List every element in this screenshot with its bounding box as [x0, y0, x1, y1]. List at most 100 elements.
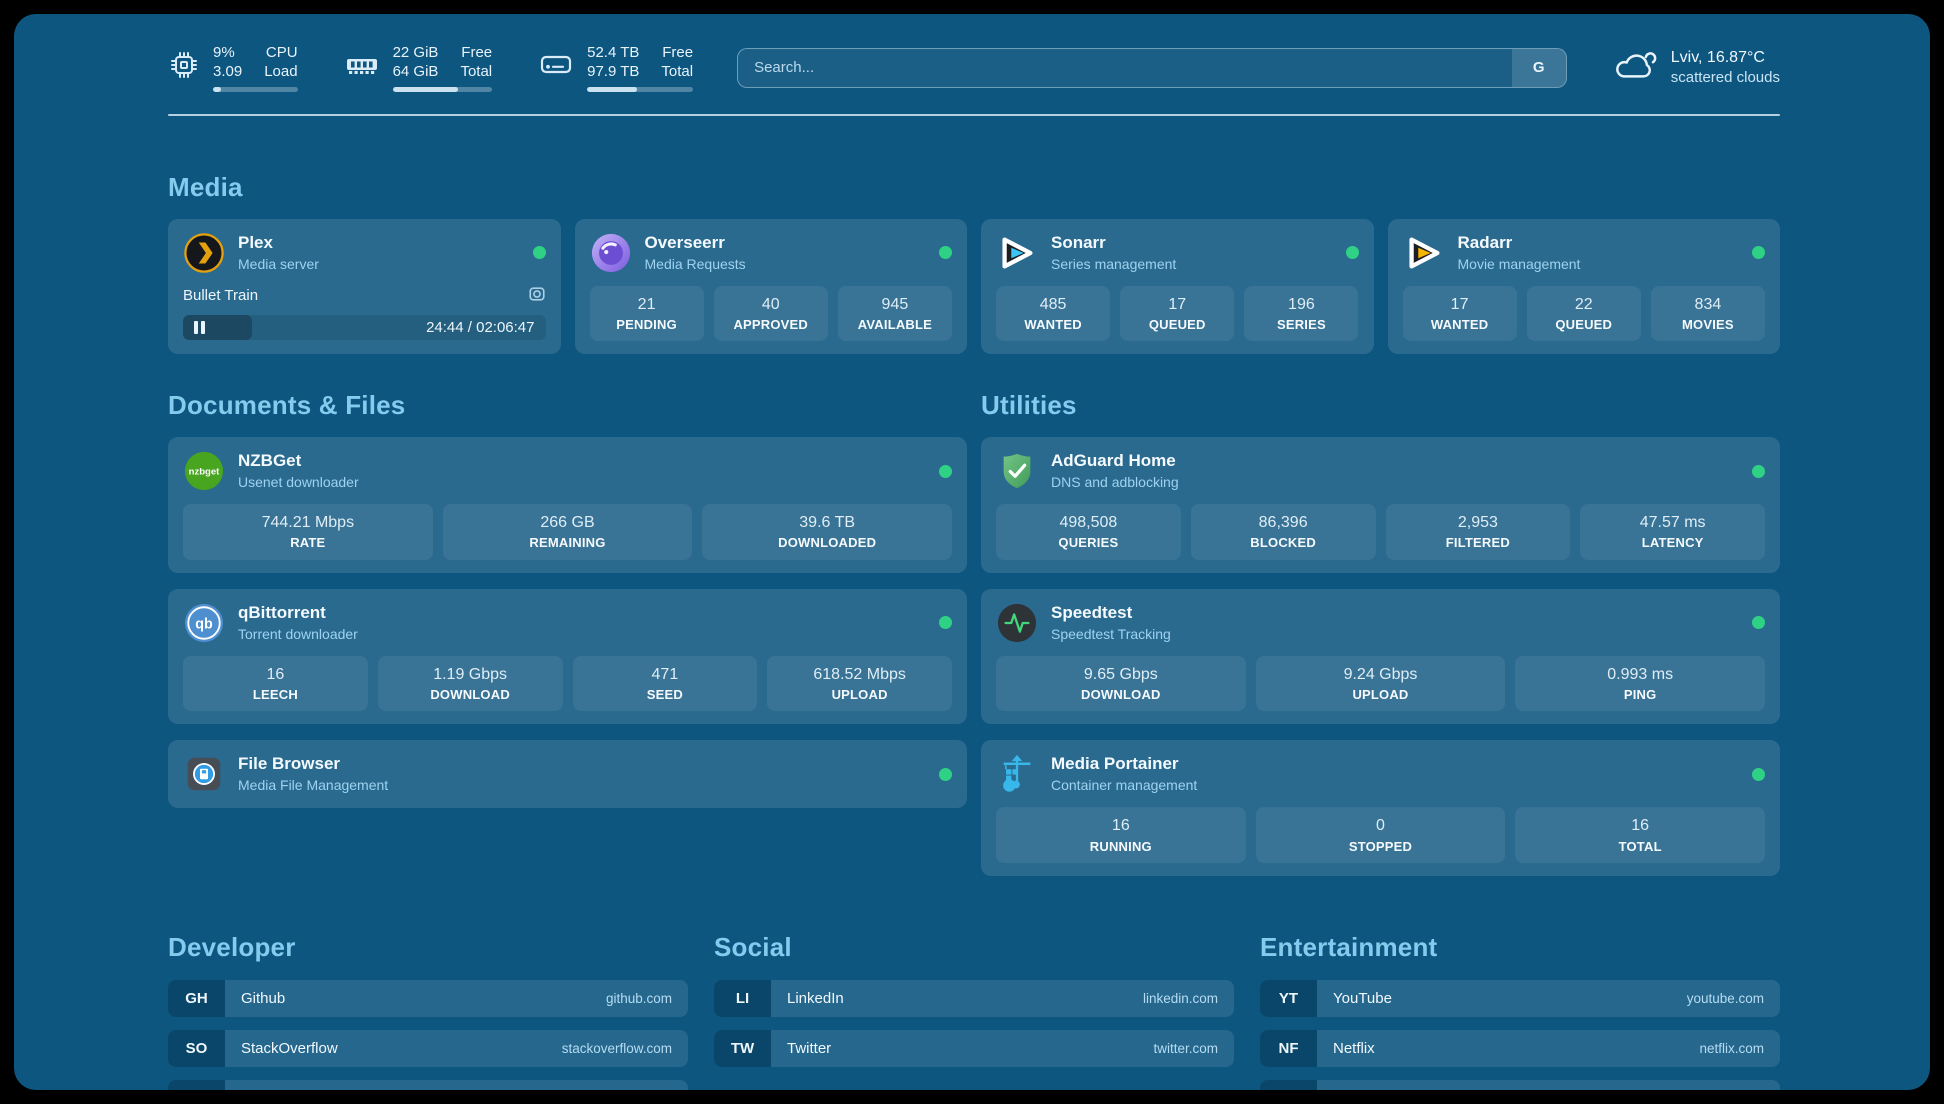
stat-box: 744.21 Mbps RATE [183, 504, 433, 560]
bookmark-youtube[interactable]: YT YouTube youtube.com [1260, 980, 1780, 1017]
service-subtitle: Container management [1051, 776, 1197, 795]
nzbget-icon: nzbget [183, 450, 225, 492]
memory-total-label: Total [460, 63, 492, 82]
bookmark-netflix[interactable]: NF Netflix netflix.com [1260, 1030, 1780, 1067]
service-card-qbittorrent[interactable]: qb qBittorrent Torrent downloader 16 LEE… [168, 589, 967, 725]
cpu-stat-widget: 9% 3.09 CPU Load [168, 44, 298, 92]
memory-stat-widget: 22 GiB 64 GiB Free Total [344, 44, 493, 92]
bookmark-dev[interactable]: DT DEV dev.to [168, 1080, 688, 1090]
service-card-filebrowser[interactable]: File Browser Media File Management [168, 740, 967, 808]
service-card-nzbget[interactable]: nzbget NZBGet Usenet downloader 744.21 M… [168, 437, 967, 573]
pause-icon [194, 321, 198, 334]
bookmark-name: Twitter [787, 1040, 831, 1057]
overseerr-icon [590, 232, 632, 274]
service-card-speedtest[interactable]: Speedtest Speedtest Tracking 9.65 Gbps D… [981, 589, 1780, 725]
status-badge [939, 465, 952, 478]
section-title-media: Media [168, 172, 1780, 203]
service-card-plex[interactable]: Plex Media server Bullet Train [168, 219, 561, 355]
service-subtitle: Movie management [1458, 255, 1581, 274]
service-card-radarr[interactable]: Radarr Movie management 17 WANTED 22 QUE… [1388, 219, 1781, 355]
memory-progress-bar [393, 87, 493, 92]
bookmark-abbr: DT [168, 1080, 225, 1090]
now-playing-widget: Bullet Train 24:44 / [183, 285, 546, 340]
stat-box: 40 APPROVED [714, 286, 828, 342]
playback-time: 24:44 / 02:06:47 [426, 315, 534, 340]
service-subtitle: Media File Management [238, 776, 388, 795]
stat-box: 16 RUNNING [996, 807, 1246, 863]
stat-box: 498,508 QUERIES [996, 504, 1181, 560]
service-name: Speedtest [1051, 602, 1171, 625]
bookmark-name: YouTube [1333, 990, 1392, 1007]
section-title-entertainment: Entertainment [1260, 932, 1780, 963]
bookmark-twitter[interactable]: TW Twitter twitter.com [714, 1030, 1234, 1067]
stat-box: 471 SEED [573, 656, 758, 712]
stat-box: 266 GB REMAINING [443, 504, 693, 560]
service-name: qBittorrent [238, 602, 358, 625]
status-badge [1752, 465, 1765, 478]
service-card-portainer[interactable]: Media Portainer Container management 16 … [981, 740, 1780, 876]
bookmark-reddit[interactable]: RE Reddit reddit.com [1260, 1080, 1780, 1090]
search-input[interactable] [738, 49, 1512, 87]
disk-free-value: 52.4 TB [587, 44, 639, 63]
service-name: NZBGet [238, 450, 359, 473]
bookmarks-entertainment: Entertainment YT YouTube youtube.com NF … [1260, 932, 1780, 1090]
memory-icon [344, 52, 380, 83]
dashboard: 9% 3.09 CPU Load [14, 14, 1930, 1090]
stat-box: 945 AVAILABLE [838, 286, 952, 342]
service-card-adguard[interactable]: AdGuard Home DNS and adblocking 498,508 … [981, 437, 1780, 573]
bookmark-github[interactable]: GH Github github.com [168, 980, 688, 1017]
qbittorrent-icon: qb [183, 602, 225, 644]
stat-box: 17 WANTED [1403, 286, 1517, 342]
stat-box: 16 LEECH [183, 656, 368, 712]
search-provider-button[interactable]: G [1512, 49, 1566, 87]
service-name: Radarr [1458, 232, 1581, 255]
plex-icon [183, 232, 225, 274]
now-playing-icon [528, 285, 546, 307]
bookmark-abbr: RE [1260, 1080, 1317, 1090]
service-card-overseerr[interactable]: Overseerr Media Requests 21 PENDING 40 A… [575, 219, 968, 355]
bookmark-abbr: TW [714, 1030, 771, 1067]
bookmark-domain: youtube.com [1687, 991, 1764, 1006]
service-subtitle: Speedtest Tracking [1051, 625, 1171, 644]
bookmark-domain: netflix.com [1699, 1041, 1764, 1056]
stat-box: 2,953 FILTERED [1386, 504, 1571, 560]
system-stats: 9% 3.09 CPU Load [168, 44, 693, 92]
stat-box: 9.65 Gbps DOWNLOAD [996, 656, 1246, 712]
cloud-icon [1611, 47, 1657, 88]
portainer-icon [996, 753, 1038, 795]
service-subtitle: Series management [1051, 255, 1176, 274]
adguard-icon [996, 450, 1038, 492]
stat-box: 39.6 TB DOWNLOADED [702, 504, 952, 560]
stat-box: 0 STOPPED [1256, 807, 1506, 863]
bookmark-linkedin[interactable]: LI LinkedIn linkedin.com [714, 980, 1234, 1017]
bookmark-abbr: GH [168, 980, 225, 1017]
service-card-sonarr[interactable]: Sonarr Series management 485 WANTED 17 Q… [981, 219, 1374, 355]
disk-icon [538, 52, 574, 83]
stat-box: 485 WANTED [996, 286, 1110, 342]
service-name: Plex [238, 232, 319, 255]
bookmark-abbr: LI [714, 980, 771, 1017]
filebrowser-icon [183, 753, 225, 795]
bookmark-name: LinkedIn [787, 990, 844, 1007]
bookmark-stackoverflow[interactable]: SO StackOverflow stackoverflow.com [168, 1030, 688, 1067]
utilities-column: Utilities [981, 390, 1780, 876]
status-badge [939, 616, 952, 629]
stat-box: 834 MOVIES [1651, 286, 1765, 342]
cpu-progress-bar [213, 87, 298, 92]
stat-box: 47.57 ms LATENCY [1580, 504, 1765, 560]
stat-box: 618.52 Mbps UPLOAD [767, 656, 952, 712]
status-badge [939, 768, 952, 781]
disk-total-label: Total [661, 63, 693, 82]
service-name: Overseerr [645, 232, 746, 255]
service-name: AdGuard Home [1051, 450, 1179, 473]
memory-total-value: 64 GiB [393, 63, 439, 82]
service-subtitle: Media Requests [645, 255, 746, 274]
search-bar: G [737, 48, 1567, 88]
cpu-label: CPU [266, 44, 298, 63]
stat-box: 17 QUEUED [1120, 286, 1234, 342]
bookmark-name: StackOverflow [241, 1040, 338, 1057]
bookmark-abbr: YT [1260, 980, 1317, 1017]
stat-box: 196 SERIES [1244, 286, 1358, 342]
weather-widget: Lviv, 16.87°C scattered clouds [1611, 47, 1780, 89]
stat-box: 22 QUEUED [1527, 286, 1641, 342]
